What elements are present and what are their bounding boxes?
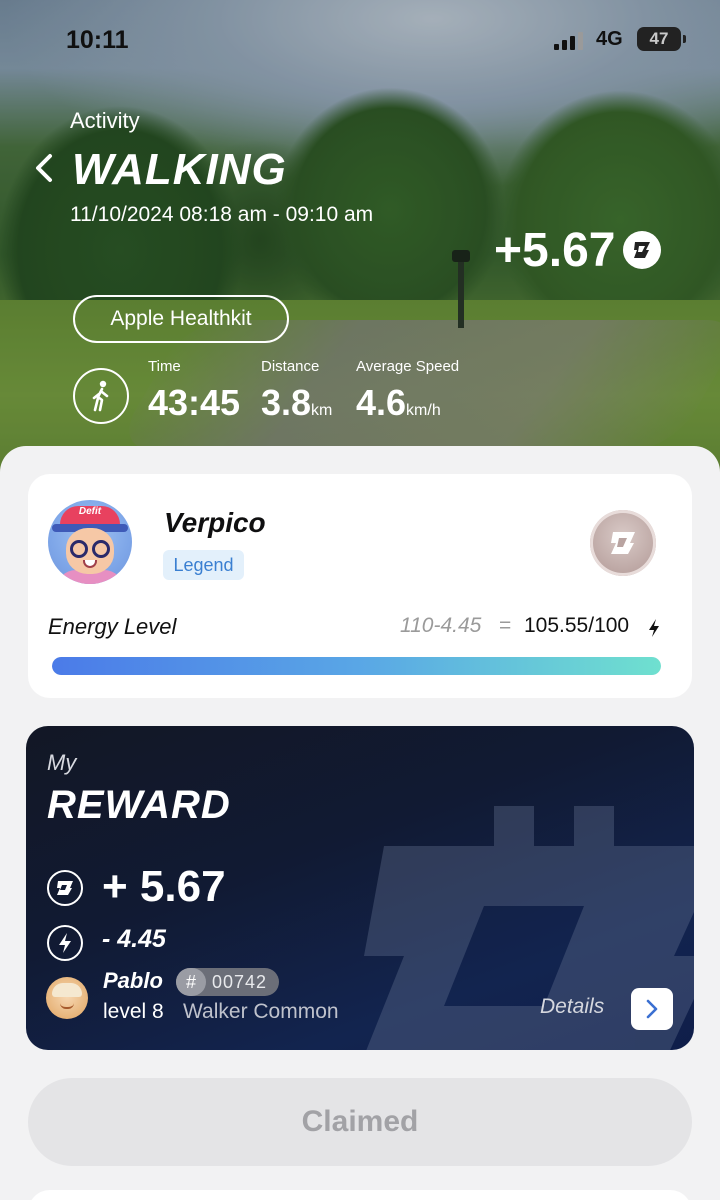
stat-speed-unit: km/h (406, 402, 441, 419)
reward-plus-value: + 5.67 (102, 862, 226, 911)
lightning-icon (649, 619, 659, 637)
rank-label: Legend (173, 554, 234, 575)
activity-datetime: 11/10/2024 08:18 am - 09:10 am (70, 203, 374, 226)
shoe-name: Pablo (103, 968, 163, 993)
token-badge-icon[interactable] (590, 510, 656, 576)
shoe-level: level 8 (103, 1000, 164, 1023)
energy-equals: = (499, 614, 512, 637)
chevron-left-icon (36, 154, 52, 182)
activity-label: Activity (70, 108, 140, 133)
stat-distance-number: 3.8 (261, 382, 312, 423)
token-coin-icon (47, 870, 83, 906)
hash-icon: # (176, 968, 206, 996)
details-button[interactable] (631, 988, 673, 1030)
shoe-id: 00742 (212, 971, 268, 992)
status-time: 10:11 (66, 26, 129, 54)
claimed-button[interactable]: Claimed (28, 1078, 692, 1166)
stat-distance-unit: km (311, 402, 333, 419)
stat-speed-number: 4.6 (356, 382, 407, 423)
energy-bar (52, 657, 661, 675)
source-label: Apple Healthkit (110, 307, 252, 330)
earned-amount: +5.67 (494, 220, 662, 280)
reward-title: REWARD (47, 783, 231, 827)
back-button[interactable] (30, 150, 58, 186)
stat-distance-value: 3.8km (261, 382, 332, 424)
status-bar: 10:11 4G 47 (0, 22, 720, 58)
shoe-class: Walker Common (183, 1000, 339, 1023)
battery-level: 47 (649, 29, 669, 48)
source-pill[interactable]: Apple Healthkit (73, 295, 289, 343)
energy-bar-fill (52, 657, 661, 675)
lightning-icon (47, 925, 83, 961)
avatar[interactable]: Defit (48, 500, 132, 584)
rank-badge: Legend (163, 550, 244, 580)
chevron-right-icon (646, 999, 658, 1019)
stat-time-label: Time (148, 358, 181, 375)
earned-value: +5.67 (494, 223, 616, 277)
battery-icon: 47 (637, 27, 686, 51)
stat-speed-value: 4.6km/h (356, 382, 441, 424)
stat-time-number: 43:45 (148, 382, 241, 423)
shoe-avatar (46, 977, 88, 1019)
activity-title: WALKING (72, 145, 287, 194)
stat-speed-label: Average Speed (356, 358, 460, 375)
network-type: 4G (596, 28, 623, 50)
shoe-id-badge: # 00742 (176, 968, 279, 996)
energy-calc: 110-4.45 (400, 614, 482, 637)
signal-icon (554, 32, 584, 50)
reward-my-label: My (47, 750, 77, 775)
avatar-cap-text: Defit (78, 506, 102, 517)
energy-value: 105.55/100 (524, 614, 630, 637)
walking-icon (73, 368, 129, 424)
stat-time-value: 43:45 (148, 382, 240, 424)
stat-distance-label: Distance (261, 358, 320, 375)
reward-minus-value: - 4.45 (102, 925, 166, 953)
details-link[interactable]: Details (540, 995, 604, 1019)
username: Verpico (164, 507, 266, 538)
token-coin-icon (623, 231, 662, 269)
claimed-label: Claimed (301, 1105, 419, 1138)
energy-label: Energy Level (48, 614, 177, 639)
next-card-peek (28, 1190, 692, 1200)
